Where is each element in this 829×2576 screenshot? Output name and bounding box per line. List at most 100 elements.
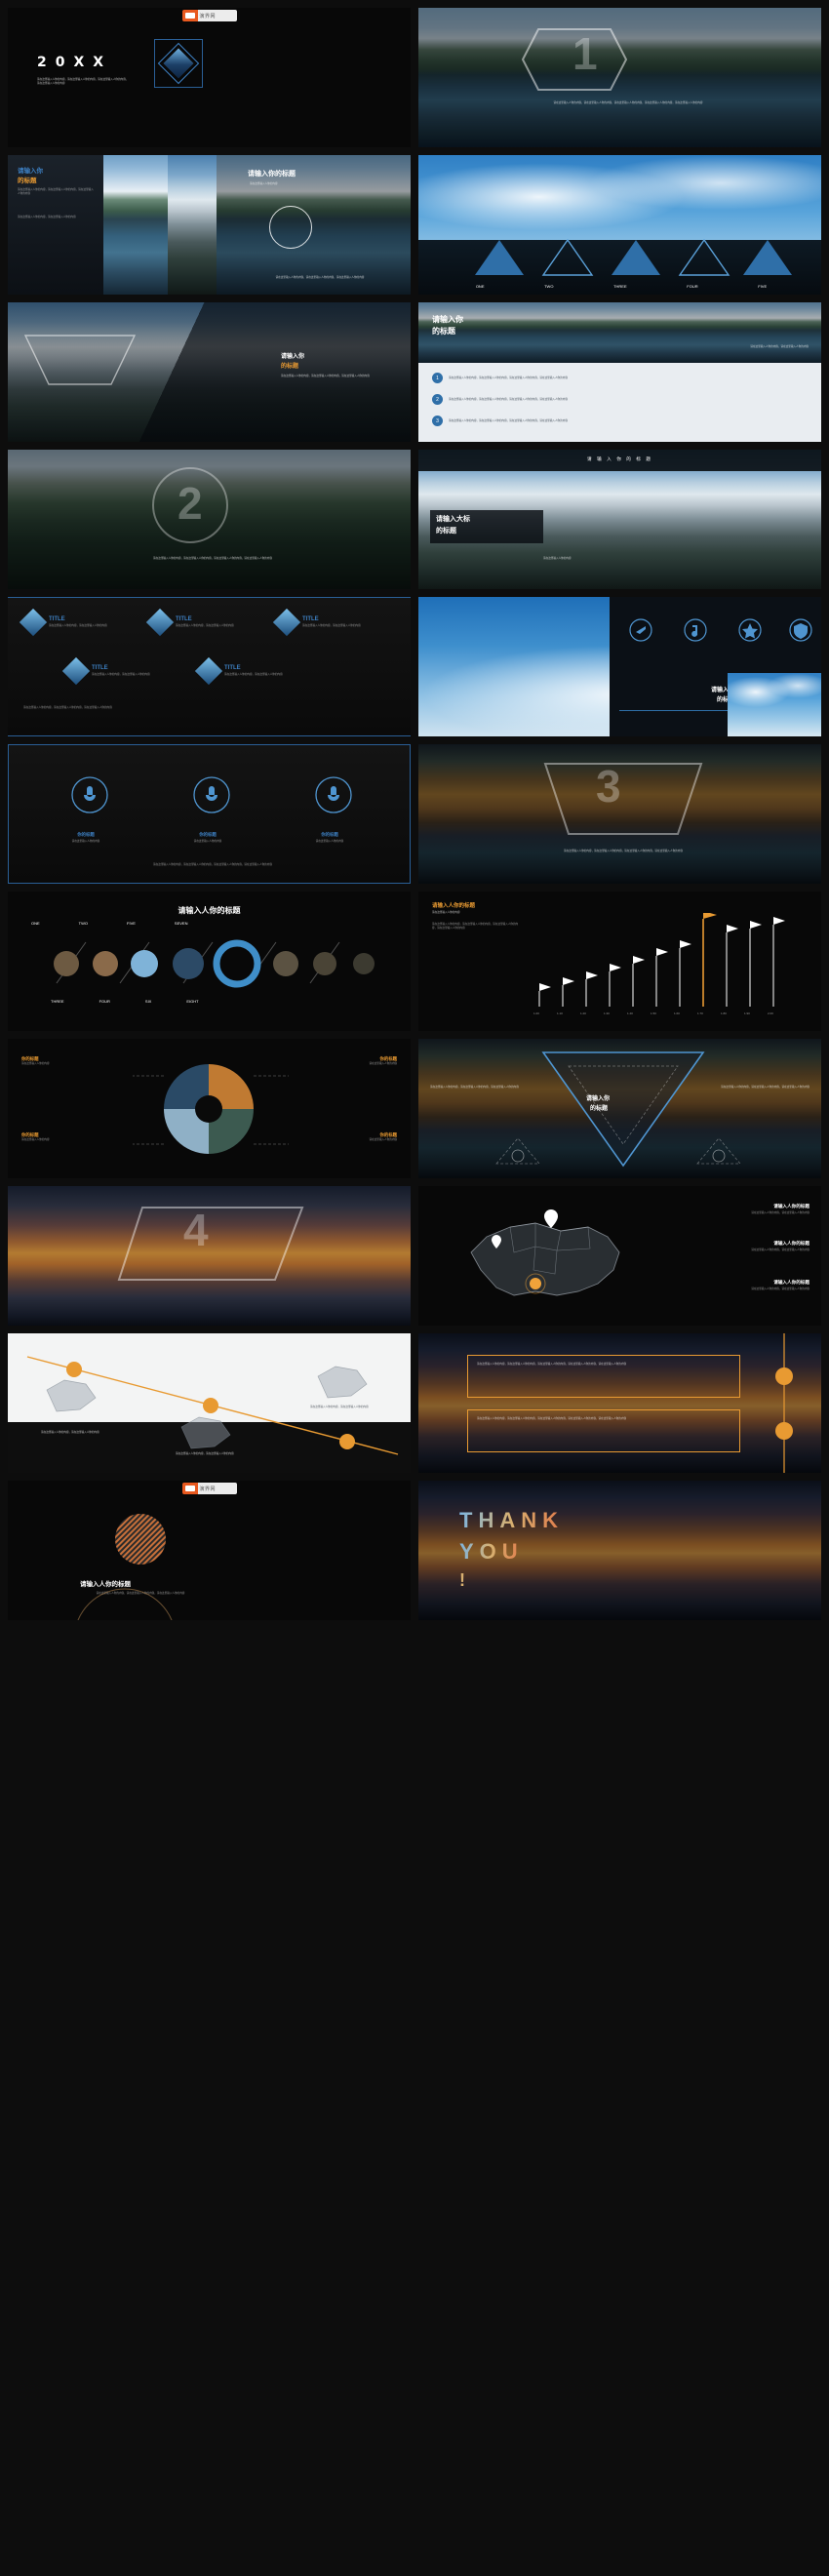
map-entry-2-title: 请输入人你的标题 <box>773 1242 809 1247</box>
cover-logo-frame <box>154 39 203 88</box>
slide-triangle-focus[interactable]: 请输入你 的标题 请在这里输入人你的内容，请在这里输入人你的内容，请在这里输入人… <box>418 1039 821 1178</box>
map-entry-3[interactable]: 请输入人你的标题 请在这里输入人你的内容，请在这里输入人你的内容 <box>683 1280 809 1291</box>
right-title: 请输入你的标题 <box>248 170 296 178</box>
timeline-top-3: FIVE <box>127 921 136 926</box>
triangle-label-1: ONE <box>475 284 485 289</box>
chart-body: 请在这里输入人你的内容，请在这里输入人你的内容，请在这里输入人你的内容，请在这里… <box>432 923 519 930</box>
card-3-body: 请在这里输入人你的内容，请在这里输入人你的内容 <box>302 624 361 628</box>
slide-section-4[interactable]: 4 <box>8 1186 411 1326</box>
diamond-card-5[interactable]: TITLE 请在这里输入人你的内容，请在这里输入人你的内容 <box>194 656 296 686</box>
item-1-badge: 1 <box>432 373 443 383</box>
timeline-graphic <box>54 939 375 988</box>
trapezoid-outline-icon <box>23 335 137 385</box>
timeline-bottom-1: THREE <box>51 999 64 1004</box>
banner-title-2: 的标题 <box>436 527 456 535</box>
pie-label-2[interactable]: 你的标题 请在这里输入人你的内容 <box>369 1056 397 1066</box>
circle-item-2[interactable]: 你的标题 请在这里输入人你的内容 <box>177 832 239 844</box>
slide-diamond-title-grid[interactable]: TITLE 请在这里输入人你的内容，请在这里输入人你的内容 TITLE 请在这里… <box>8 597 411 736</box>
svg-text:1.50: 1.50 <box>651 1011 656 1015</box>
card-2-body: 请在这里输入人你的内容，请在这里输入人你的内容 <box>176 624 234 628</box>
item-3-badge: 3 <box>432 416 443 426</box>
card-4-body: 请在这里输入人你的内容，请在这里输入人你的内容 <box>92 673 150 677</box>
numbered-item-1[interactable]: 1 请在这里输入人你的内容，请在这里输入人你的内容，请在这里输入人你的内容，请在… <box>432 373 795 383</box>
circle-item-3[interactable]: 你的标题 请在这里输入人你的内容 <box>298 832 361 844</box>
slide-section-2[interactable]: 2 请在这里输入人你的内容，请在这里输入人你的内容，请在这里输入人你的内容，请在… <box>8 450 411 589</box>
section3-body: 请在这里输入人你的内容，请在这里输入人你的内容，请在这里输入人你的内容，请在这里… <box>564 850 683 852</box>
text-box-2[interactable] <box>467 1409 740 1452</box>
slide-diagonal-photo[interactable]: 请输入你 的标题 请在这里输入人你的内容，请在这里输入人你的内容，请在这里输入人… <box>8 302 411 442</box>
pie-label-4[interactable]: 你的标题 请在这里输入人你的内容 <box>369 1132 397 1142</box>
diamond-card-2[interactable]: TITLE 请在这里输入人你的内容，请在这里输入人你的内容 <box>145 608 248 637</box>
circle-item-1-body: 请在这里输入人你的内容 <box>71 840 100 843</box>
pie-label-4-body: 请在这里输入人你的内容 <box>369 1138 397 1141</box>
left-title-line1: 请输入你 <box>18 167 43 175</box>
slide-numbered-list[interactable]: 请输入你 的标题 请在这里输入人你的内容，请在这里输入人你的内容 1 请在这里输… <box>418 302 821 442</box>
circle-icon-row[interactable] <box>51 768 373 826</box>
pie-photo-graphic <box>133 1064 289 1154</box>
section1-body: 请在这里输入人你的内容，请在这里输入人你的内容，请在这里输入人你的内容，请在这里… <box>553 101 703 104</box>
item-2-text: 请在这里输入人你的内容，请在这里输入人你的内容，请在这里输入人你的内容，请在这里… <box>449 397 568 401</box>
slide-banner-title[interactable]: 请 输 入 你 的 标 题 请输入大标 的标题 请在这里输入人你的内容 <box>418 450 821 589</box>
thankyou-line-1: THANK <box>459 1508 564 1532</box>
slide-map-diagonal[interactable]: 请在这里输入人你的内容，请在这里输入人你的内容 请在这里输入人你的内容，请在这里… <box>8 1333 411 1473</box>
diamond-card-3[interactable]: TITLE 请在这里输入人你的内容，请在这里输入人你的内容 <box>272 608 375 637</box>
tri-left-body: 请在这里输入人你的内容，请在这里输入人你的内容，请在这里输入人你的内容 <box>430 1086 519 1089</box>
striped-circle-icon <box>115 1514 166 1565</box>
cover-subtitle: 请在这里输入人你的内容，请在这里输入人你的内容，请在这里输入人你的内容，请在这里… <box>37 78 129 85</box>
right-subtitle: 请在这里输入人你的内容 <box>250 182 278 185</box>
slide-two-panel-title[interactable]: 请输入你 的标题 请在这里输入人你的内容，请在这里输入人你的内容，请在这里输入人… <box>8 155 411 295</box>
map-entry-3-title: 请输入人你的标题 <box>773 1281 809 1286</box>
map-entry-1[interactable]: 请输入人你的标题 请在这里输入人你的内容，请在这里输入人你的内容 <box>683 1204 809 1215</box>
map-diagonal-item-3: 请在这里输入人你的内容，请在这里输入人你的内容 <box>310 1406 369 1408</box>
icon-set[interactable] <box>619 611 814 650</box>
pie-label-1-body: 请在这里输入人你的内容 <box>21 1062 50 1065</box>
diamond-card-1[interactable]: TITLE 请在这里输入人你的内容，请在这里输入人你的内容 <box>19 608 121 637</box>
triangle-outline-pair <box>495 1137 741 1165</box>
pie-label-1[interactable]: 你的标题 请在这里输入人你的内容 <box>21 1056 50 1066</box>
text-box-1[interactable] <box>467 1355 740 1398</box>
section4-number: 4 <box>183 1205 209 1255</box>
microphone-icon <box>328 786 339 805</box>
banner-header-text: 请 输 入 你 的 标 题 <box>587 457 652 462</box>
slide-closing-left[interactable]: 演界网 请输入人你的标题 请在这里输入人你的内容，请在这里输入人你的内容，请在这… <box>8 1481 411 1620</box>
numbered-title-1: 请输入你 <box>432 315 463 324</box>
star-icon <box>742 623 758 639</box>
slide-three-circle-icons[interactable]: 你的标题 请在这里输入人你的内容 你的标题 请在这里输入人你的内容 你的标题 请… <box>8 744 411 884</box>
circle-item-1[interactable]: 你的标题 请在这里输入人你的内容 <box>55 832 117 844</box>
numbered-item-3[interactable]: 3 请在这里输入人你的内容，请在这里输入人你的内容，请在这里输入人你的内容，请在… <box>432 416 795 426</box>
svg-text:1.30: 1.30 <box>604 1011 610 1015</box>
slide-section-1[interactable]: 1 请在这里输入人你的内容，请在这里输入人你的内容，请在这里输入人你的内容，请在… <box>418 8 821 147</box>
map-entry-3-body: 请在这里输入人你的内容，请在这里输入人你的内容 <box>751 1288 809 1290</box>
map-entry-2[interactable]: 请输入人你的标题 请在这里输入人你的内容，请在这里输入人你的内容 <box>683 1241 809 1252</box>
thankyou-line-3: ! <box>459 1570 465 1590</box>
card-2-label: TITLE <box>176 616 192 623</box>
map-shape-icon <box>46 1379 97 1412</box>
panel-photo-a <box>103 155 168 295</box>
slide-timeline-circles[interactable]: 请输入人你的标题 ONE TWO FIVE SEVEN THREE FOUR S… <box>8 892 411 1031</box>
slide-cover[interactable]: 演界网 20XX 请在这里输入人你的内容，请在这里输入人你的内容，请在这里输入人… <box>8 8 411 147</box>
slide-thank-you[interactable]: THANK YOU ! <box>418 1481 821 1620</box>
diamond-icon <box>19 608 48 637</box>
diamond-card-4[interactable]: TITLE 请在这里输入人你的内容，请在这里输入人你的内容 <box>61 656 164 686</box>
slide-five-triangles[interactable]: ONE TWO THREE FOUR FIVE <box>418 155 821 295</box>
svg-text:1.80: 1.80 <box>721 1011 727 1015</box>
watermark: 演界网 <box>181 1483 237 1494</box>
section3-number: 3 <box>596 761 621 812</box>
slide-section-3[interactable]: 3 请在这里输入人你的内容，请在这里输入人你的内容，请在这里输入人你的内容，请在… <box>418 744 821 884</box>
slide-icon-row[interactable]: 请输入你 的标题 <box>418 597 821 736</box>
microphone-icon <box>84 786 96 805</box>
numbered-item-2[interactable]: 2 请在这里输入人你的内容，请在这里输入人你的内容，请在这里输入人你的内容，请在… <box>432 394 795 405</box>
thankyou-line-2: YOU <box>459 1539 524 1564</box>
map-entry-2-body: 请在这里输入人你的内容，请在这里输入人你的内容 <box>751 1248 809 1251</box>
slide-two-box-text[interactable]: 请在这里输入人你的内容，请在这里输入人你的内容，请在这里输入人你的内容，请在这里… <box>418 1333 821 1473</box>
slide-map[interactable]: 请输入人你的标题 请在这里输入人你的内容，请在这里输入人你的内容 请输入人你的标… <box>418 1186 821 1326</box>
map-pin-icon <box>544 1209 558 1228</box>
timeline-title: 请输入人你的标题 <box>178 906 241 915</box>
pie-label-3[interactable]: 你的标题 请在这里输入人你的内容 <box>21 1132 50 1142</box>
timeline-bottom-3: SIX <box>144 999 152 1004</box>
slide-pie-photo[interactable]: 你的标题 请在这里输入人你的内容 你的标题 请在这里输入人你的内容 你的标题 请… <box>8 1039 411 1178</box>
circle-item-2-body: 请在这里输入人你的内容 <box>193 840 222 843</box>
slide-bar-chart[interactable]: 请输入人你的标题 请在这里输入人你的内容 请在这里输入人你的内容，请在这里输入人… <box>418 892 821 1031</box>
planet-arc <box>77 1588 173 1620</box>
section1-number: 1 <box>572 28 598 79</box>
